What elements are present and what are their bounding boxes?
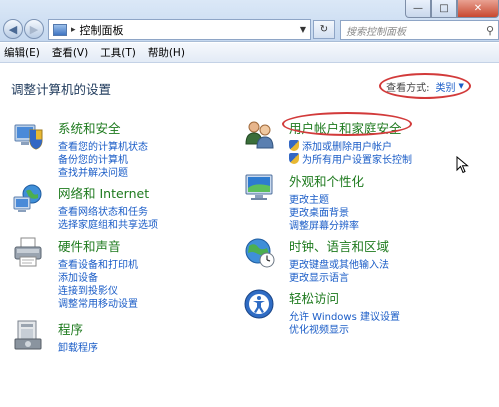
menu-bar: 编辑(E) 查看(V) 工具(T) 帮助(H) bbox=[0, 43, 499, 63]
users-icon[interactable] bbox=[243, 118, 275, 150]
programs-icon[interactable] bbox=[12, 319, 44, 351]
link-troubleshoot[interactable]: 查找并解决问题 bbox=[58, 165, 148, 179]
forward-button[interactable]: ▶ bbox=[24, 19, 44, 39]
view-by-dropdown[interactable]: 类别 bbox=[435, 79, 455, 94]
category-title-network[interactable]: 网络和 Internet bbox=[58, 183, 158, 202]
menu-help[interactable]: 帮助(H) bbox=[148, 45, 185, 60]
monitor-icon[interactable] bbox=[243, 171, 275, 203]
search-icon[interactable]: ⚲ bbox=[482, 24, 498, 37]
mouse-cursor-icon bbox=[456, 156, 469, 174]
content-area: 调整计算机的设置 查看方式: 类别 ▼ 系统和安全 查看您的计算机状态 备份您的… bbox=[0, 64, 499, 407]
globe-clock-icon[interactable] bbox=[243, 236, 275, 268]
uac-shield-icon bbox=[289, 140, 299, 151]
link-mobility-settings[interactable]: 调整常用移动设置 bbox=[58, 296, 138, 310]
network-globe-icon[interactable] bbox=[12, 183, 44, 215]
close-button[interactable]: ✕ bbox=[457, 0, 499, 18]
link-parental-controls[interactable]: 为所有用户设置家长控制 bbox=[289, 152, 412, 166]
link-uninstall-program[interactable]: 卸载程序 bbox=[58, 340, 98, 354]
link-parental-controls-label: 为所有用户设置家长控制 bbox=[302, 155, 412, 166]
search-box[interactable]: 搜索控制面板 ⚲ bbox=[340, 20, 499, 40]
window-controls: — □ ✕ bbox=[405, 0, 499, 18]
link-display-language[interactable]: 更改显示语言 bbox=[289, 270, 389, 284]
printer-icon[interactable] bbox=[12, 236, 44, 268]
refresh-button[interactable]: ↻ bbox=[313, 20, 335, 39]
category-title-hardware[interactable]: 硬件和声音 bbox=[58, 236, 138, 255]
link-screen-resolution[interactable]: 调整屏幕分辨率 bbox=[289, 218, 364, 232]
address-dropdown-icon[interactable]: ▼ bbox=[296, 25, 310, 34]
control-panel-icon bbox=[53, 23, 67, 36]
category-title-access[interactable]: 轻松访问 bbox=[289, 288, 400, 307]
category-title-clock[interactable]: 时钟、语言和区域 bbox=[289, 236, 389, 255]
address-bar[interactable]: ▸ 控制面板 ▼ bbox=[48, 19, 311, 40]
search-input[interactable]: 搜索控制面板 bbox=[346, 23, 482, 38]
menu-view[interactable]: 查看(V) bbox=[52, 45, 88, 60]
view-by-control[interactable]: 查看方式: 类别 ▼ bbox=[379, 73, 471, 99]
uac-shield-icon bbox=[289, 153, 299, 164]
back-button[interactable]: ◀ bbox=[3, 19, 23, 39]
annotation-highlight-ring bbox=[282, 112, 412, 136]
category-title-programs[interactable]: 程序 bbox=[58, 319, 98, 338]
minimize-button[interactable]: — bbox=[405, 0, 431, 18]
chevron-down-icon[interactable]: ▼ bbox=[458, 82, 463, 90]
shield-pc-icon[interactable] bbox=[12, 118, 44, 150]
menu-tools[interactable]: 工具(T) bbox=[100, 45, 136, 60]
breadcrumb-control-panel[interactable]: 控制面板 bbox=[80, 22, 296, 38]
view-by-label: 查看方式: bbox=[386, 82, 430, 94]
category-title-system[interactable]: 系统和安全 bbox=[58, 118, 148, 137]
page-title: 调整计算机的设置 bbox=[11, 82, 112, 97]
menu-edit[interactable]: 编辑(E) bbox=[4, 45, 40, 60]
ease-of-access-icon[interactable] bbox=[243, 288, 275, 320]
breadcrumb-separator[interactable]: ▸ bbox=[71, 25, 76, 35]
link-homegroup-sharing[interactable]: 选择家庭组和共享选项 bbox=[58, 217, 158, 231]
maximize-button[interactable]: □ bbox=[431, 0, 457, 18]
category-title-appearance[interactable]: 外观和个性化 bbox=[289, 171, 364, 190]
link-optimize-display[interactable]: 优化视频显示 bbox=[289, 322, 400, 336]
